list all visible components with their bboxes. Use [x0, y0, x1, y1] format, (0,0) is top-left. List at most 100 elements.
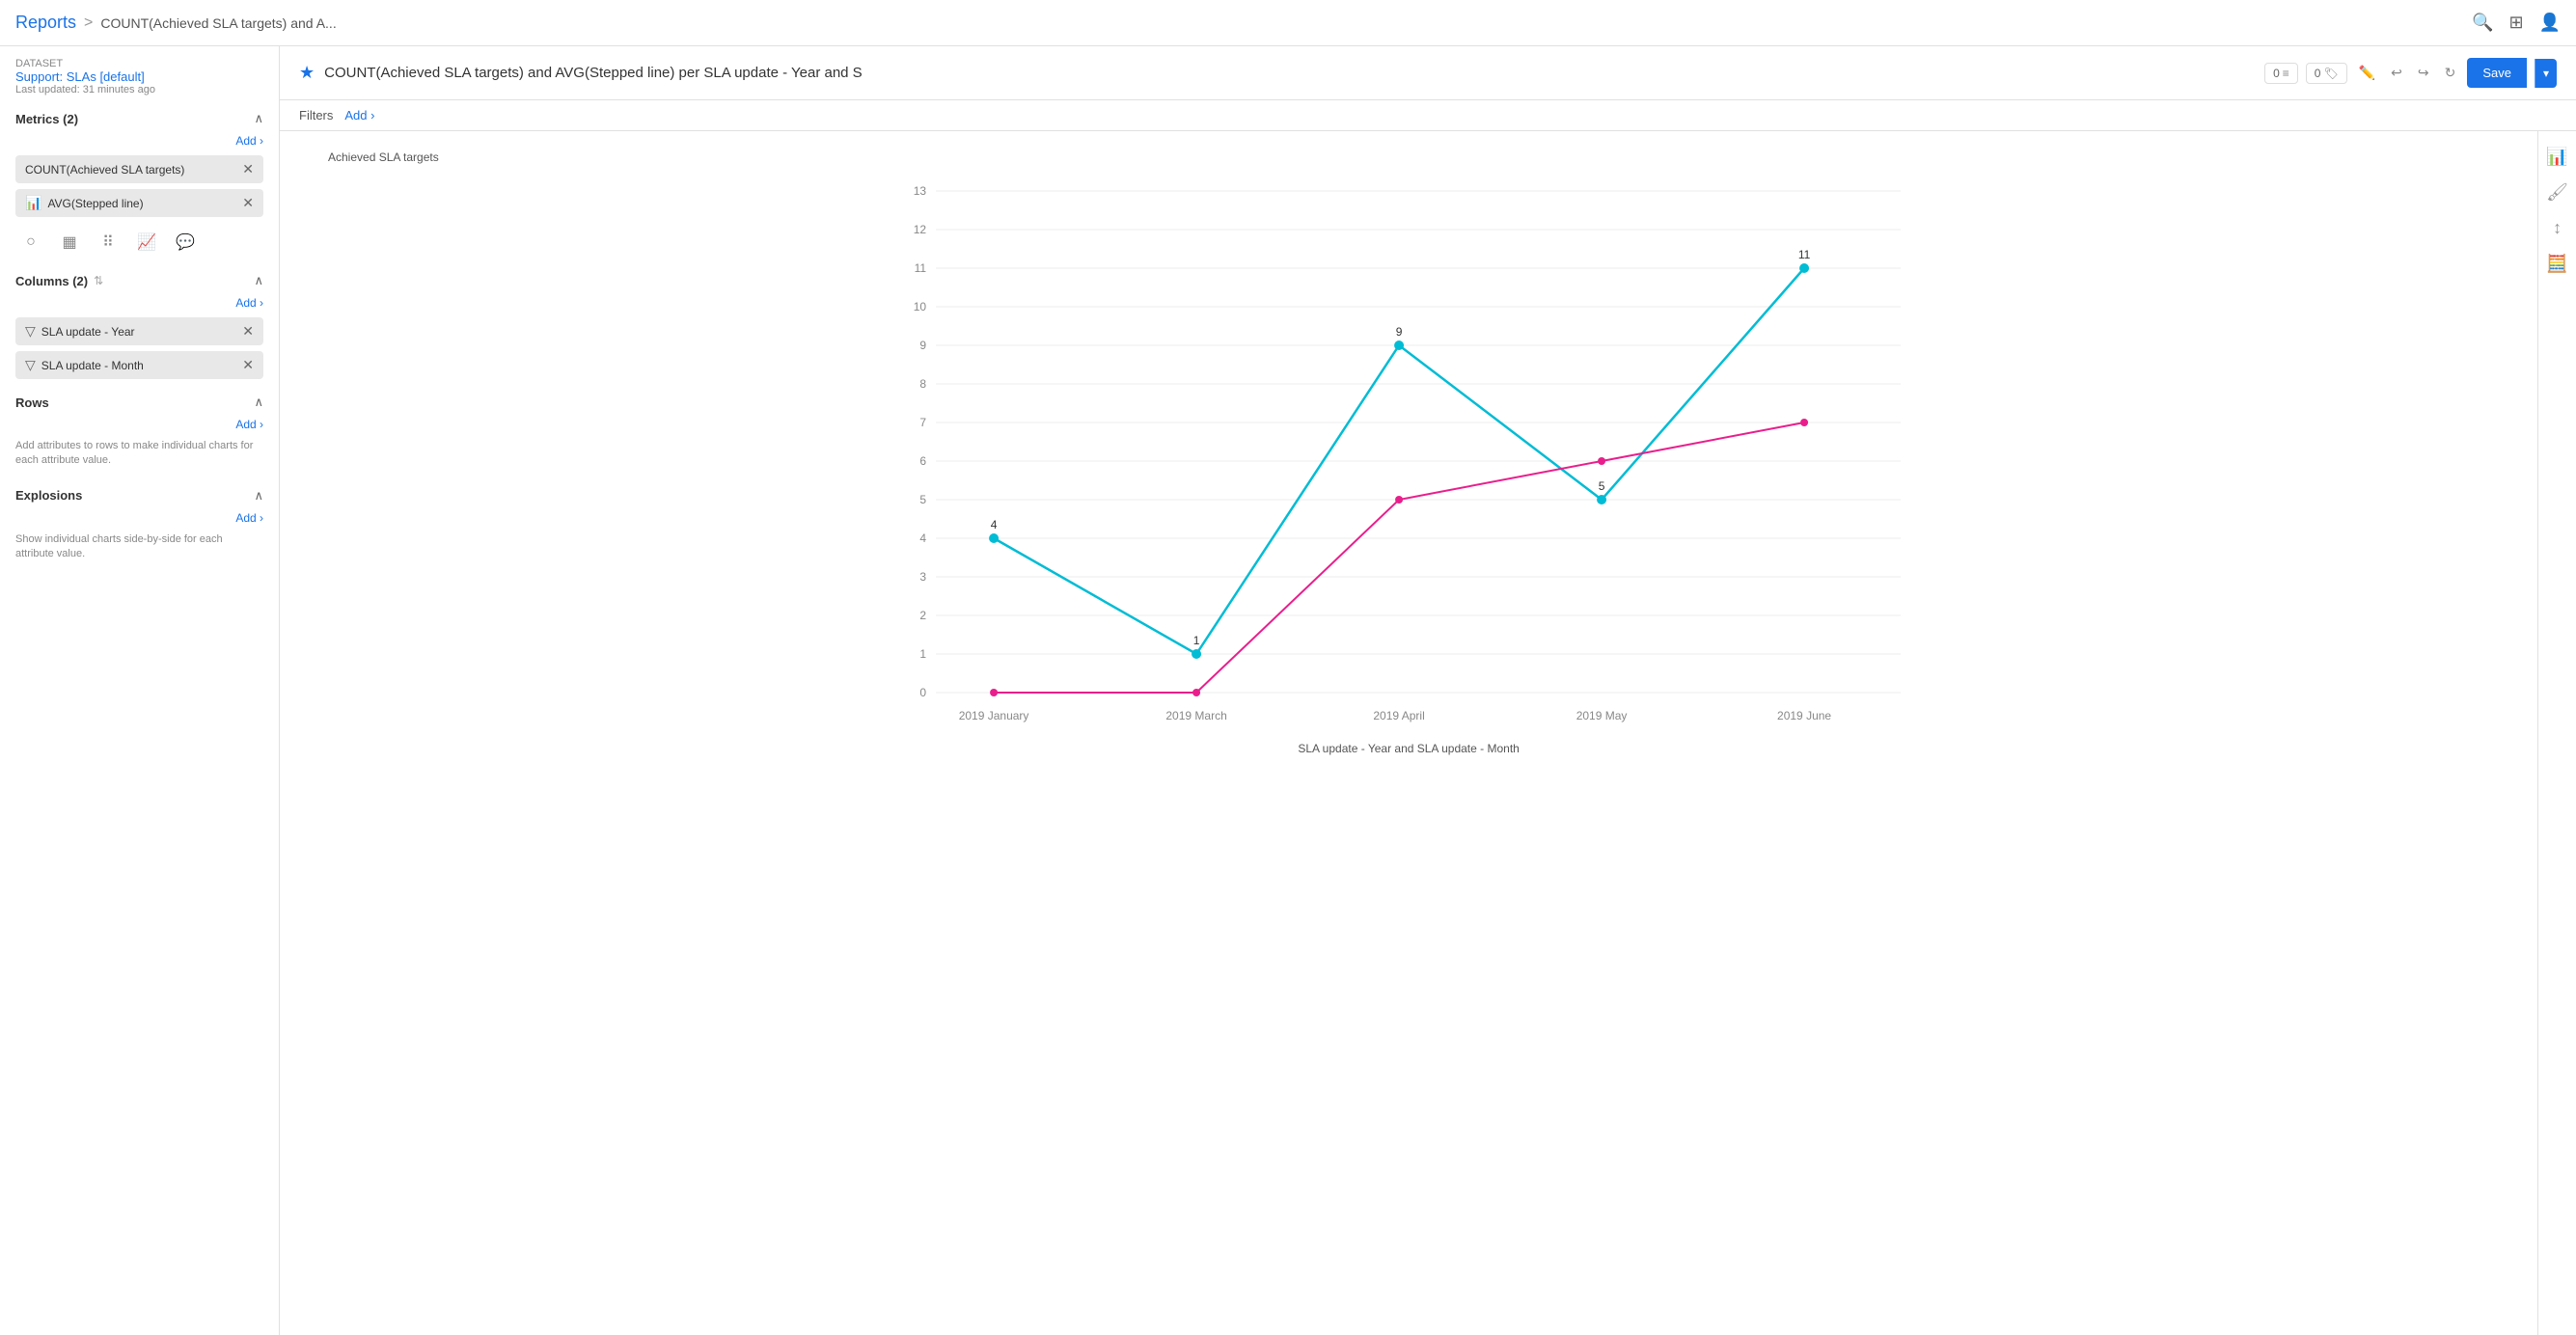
svg-text:0: 0: [919, 686, 926, 699]
top-nav-actions: 🔍 ⊞ 👤: [2472, 13, 2561, 33]
top-nav: Reports > COUNT(Achieved SLA targets) an…: [0, 0, 2576, 46]
svg-text:5: 5: [919, 493, 926, 506]
filter-month-icon: ▽: [25, 357, 36, 373]
avg-icon: 📊: [25, 195, 41, 211]
svg-text:7: 7: [919, 416, 926, 429]
column-year-remove[interactable]: ✕: [242, 323, 254, 340]
svg-text:9: 9: [1396, 325, 1403, 339]
metric-count-remove[interactable]: ✕: [242, 161, 254, 177]
star-icon[interactable]: ★: [299, 63, 315, 83]
svg-text:2019 January: 2019 January: [959, 709, 1029, 722]
breadcrumb: Reports > COUNT(Achieved SLA targets) an…: [15, 13, 337, 33]
y-axis-label: Achieved SLA targets: [328, 150, 2518, 164]
svg-text:4: 4: [991, 518, 998, 531]
svg-text:2: 2: [919, 609, 926, 622]
svg-text:8: 8: [919, 377, 926, 391]
save-button[interactable]: Save: [2467, 58, 2527, 88]
svg-text:5: 5: [1599, 479, 1605, 493]
filter-year-icon: ▽: [25, 323, 36, 340]
metric-avg-remove[interactable]: ✕: [242, 195, 254, 211]
x-axis-label: SLA update - Year and SLA update - Month: [299, 734, 2518, 763]
main-layout: Dataset Support: SLAs [default] Last upd…: [0, 46, 2576, 1335]
metrics-add[interactable]: Add ›: [15, 134, 263, 148]
svg-text:9: 9: [919, 339, 926, 352]
dataset-section: Dataset Support: SLAs [default] Last upd…: [15, 58, 263, 95]
chart-section: Achieved SLA targets: [280, 131, 2576, 1335]
columns-add[interactable]: Add ›: [15, 296, 263, 310]
icon-bar[interactable]: ▦: [54, 227, 85, 258]
content-area: ★ COUNT(Achieved SLA targets) and AVG(St…: [280, 46, 2576, 1335]
report-header: ★ COUNT(Achieved SLA targets) and AVG(St…: [280, 46, 2576, 100]
svg-text:2019 June: 2019 June: [1777, 709, 1831, 722]
explosions-toggle[interactable]: ∧: [254, 488, 263, 504]
rows-title: Rows: [15, 395, 49, 410]
sort-icon[interactable]: ↕: [2553, 218, 2562, 238]
chart-container: Achieved SLA targets: [280, 131, 2537, 1335]
metric-count-label: COUNT(Achieved SLA targets): [25, 163, 184, 177]
count-badge-1[interactable]: 0 ≡: [2264, 63, 2298, 84]
svg-text:1: 1: [1193, 634, 1200, 647]
user-icon[interactable]: 👤: [2539, 13, 2561, 33]
dataset-updated: Last updated: 31 minutes ago: [15, 84, 263, 95]
edit-icon[interactable]: ✏️: [2355, 61, 2379, 85]
metric-chip-count: COUNT(Achieved SLA targets) ✕: [15, 155, 263, 183]
icon-scatter[interactable]: ⠿: [93, 227, 123, 258]
columns-sort-icon[interactable]: ⇅: [94, 274, 103, 287]
grid-icon[interactable]: ⊞: [2508, 13, 2523, 33]
header-actions: 0 ≡ 0 🏷 ✏️ ↩ ↪ ↻ Save ▾: [2264, 58, 2557, 88]
undo-icon[interactable]: ↩: [2387, 61, 2406, 85]
bar-chart-icon[interactable]: 📊: [2546, 147, 2567, 167]
rows-add[interactable]: Add ›: [15, 418, 263, 431]
badge1-icon: ≡: [2283, 67, 2289, 80]
explosions-title: Explosions: [15, 488, 82, 503]
search-icon[interactable]: 🔍: [2472, 13, 2493, 33]
refresh-icon[interactable]: ↻: [2441, 61, 2460, 85]
chart-svg: 13 12 11 10 9 8 7 6 5 4 3 2 1 0 2019: [299, 172, 2518, 731]
badge1-count: 0: [2273, 67, 2280, 80]
svg-text:6: 6: [919, 454, 926, 468]
badge2-tag-icon: 🏷: [2323, 67, 2338, 80]
columns-toggle[interactable]: ∧: [254, 273, 263, 288]
column-month-remove[interactable]: ✕: [242, 357, 254, 373]
metrics-toggle[interactable]: ∧: [254, 111, 263, 126]
svg-text:10: 10: [914, 300, 927, 313]
metric-avg-label: AVG(Stepped line): [47, 197, 143, 210]
report-title-row: ★ COUNT(Achieved SLA targets) and AVG(St…: [299, 63, 2264, 83]
svg-text:1: 1: [919, 647, 926, 661]
breadcrumb-separator: >: [84, 14, 93, 32]
svg-text:3: 3: [919, 570, 926, 584]
icon-line[interactable]: 📈: [131, 227, 162, 258]
svg-text:11: 11: [915, 261, 927, 275]
count-badge-2[interactable]: 0 🏷: [2306, 63, 2347, 84]
brush-icon[interactable]: 🖌: [2546, 182, 2568, 203]
column-chip-month: ▽ SLA update - Month ✕: [15, 351, 263, 379]
rows-header: Rows ∧: [15, 395, 263, 410]
chart-type-icons: ○ ▦ ⠿ 📈 💬: [15, 227, 263, 258]
icon-bubble[interactable]: ○: [15, 227, 46, 258]
rows-toggle[interactable]: ∧: [254, 395, 263, 410]
svg-text:4: 4: [919, 531, 926, 545]
badge2-count: 0: [2315, 67, 2321, 80]
filters-label: Filters: [299, 108, 333, 123]
dataset-name[interactable]: Support: SLAs [default]: [15, 69, 263, 84]
redo-icon[interactable]: ↪: [2414, 61, 2433, 85]
icon-text[interactable]: 💬: [170, 227, 201, 258]
calculator-icon[interactable]: 🧮: [2546, 254, 2567, 274]
column-month-label: SLA update - Month: [41, 359, 144, 372]
breadcrumb-title: COUNT(Achieved SLA targets) and A...: [100, 15, 336, 31]
sidebar: Dataset Support: SLAs [default] Last upd…: [0, 46, 280, 1335]
metric-chip-avg: 📊 AVG(Stepped line) ✕: [15, 189, 263, 217]
right-toolbar: 📊 🖌 ↕ 🧮: [2537, 131, 2576, 1335]
reports-link[interactable]: Reports: [15, 13, 76, 33]
svg-text:2019 March: 2019 March: [1165, 709, 1226, 722]
metrics-title: Metrics (2): [15, 112, 78, 126]
columns-title: Columns (2): [15, 274, 88, 288]
svg-text:2019 May: 2019 May: [1576, 709, 1628, 722]
filters-bar: Filters Add ›: [280, 100, 2576, 131]
metrics-header: Metrics (2) ∧: [15, 111, 263, 126]
explosions-add[interactable]: Add ›: [15, 511, 263, 525]
svg-text:12: 12: [914, 223, 927, 236]
save-dropdown-button[interactable]: ▾: [2535, 59, 2557, 88]
add-filter[interactable]: Add ›: [344, 108, 374, 123]
report-title: COUNT(Achieved SLA targets) and AVG(Step…: [324, 65, 2264, 81]
